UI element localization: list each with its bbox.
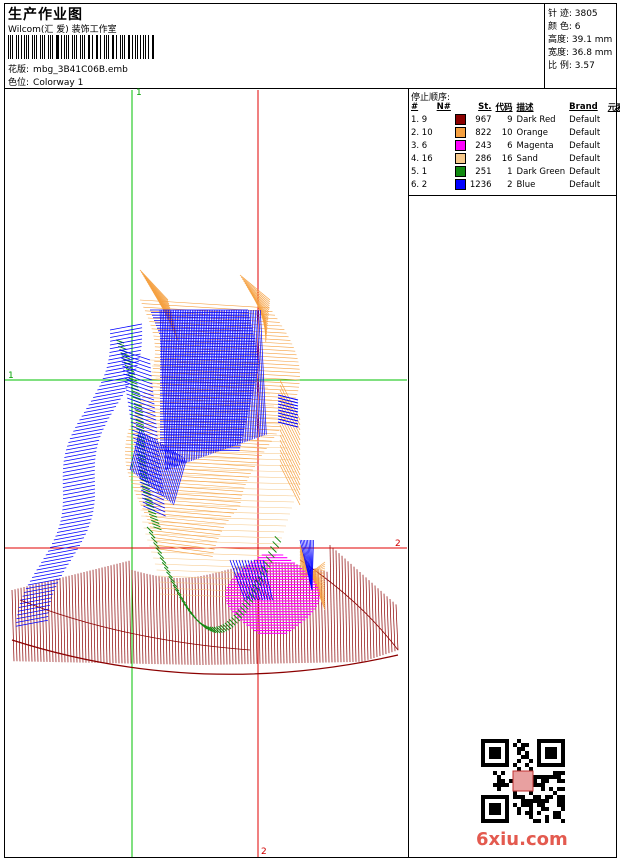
row-swatch xyxy=(453,152,468,165)
col-desc-header: 描述 xyxy=(516,103,534,113)
color-swatch xyxy=(454,153,466,164)
col-brand-header: Brand xyxy=(569,102,598,112)
color-swatch xyxy=(454,127,466,138)
row-index: 1. 9 xyxy=(411,114,428,125)
col-code-header: 代码 xyxy=(495,103,513,113)
color-swatch xyxy=(454,114,466,125)
row-needle xyxy=(435,139,453,152)
colorway-label: 色位: xyxy=(8,78,30,88)
row-index: 3. 6 xyxy=(411,140,428,151)
row-description: Dark Green xyxy=(516,166,566,177)
row-code: 16 xyxy=(501,153,513,164)
row-stitches: 967 xyxy=(475,114,492,125)
design-file: mbg_3B41C06B.emb xyxy=(33,65,128,75)
guide-label-red-bottom: 2 xyxy=(261,847,267,857)
row-swatch xyxy=(453,113,468,126)
col-stitches-header: St. xyxy=(478,102,492,112)
colorway-value: Colorway 1 xyxy=(33,78,84,88)
qr-code xyxy=(481,739,565,823)
row-brand: Default xyxy=(569,127,601,138)
row-element xyxy=(606,178,620,191)
row-index: 2. 10 xyxy=(411,127,433,138)
stat-width: 宽度: 36.8 mm xyxy=(548,48,613,58)
stat-colors: 颜 色: 6 xyxy=(548,22,581,32)
stop-sequence-table: # N# St. 代码 描述 Brand 元素 1. 9 967 9Dark Red… xyxy=(409,101,620,191)
studio-name: Wilcom(汇 爱) 装饰工作室 xyxy=(8,25,117,35)
row-element xyxy=(606,113,620,126)
row-needle xyxy=(435,178,453,191)
row-code: 6 xyxy=(507,140,513,151)
row-needle xyxy=(435,113,453,126)
stat-stitches: 针 迹: 3805 xyxy=(548,9,598,19)
row-index: 4. 16 xyxy=(411,153,433,164)
row-stitches: 1236 xyxy=(469,179,492,190)
row-brand: Default xyxy=(569,179,601,190)
row-brand: Default xyxy=(569,140,601,151)
colorway-line: 色位: Colorway 1 xyxy=(8,75,83,88)
guide-label-red-right: 2 xyxy=(395,539,401,549)
row-needle xyxy=(435,152,453,165)
table-row: 6. 2 1236 2 Blue Default xyxy=(409,178,620,191)
col-swatch-header xyxy=(453,101,468,113)
col-index-header: # xyxy=(411,102,419,112)
row-needle xyxy=(435,165,453,178)
row-element xyxy=(606,139,620,152)
row-brand: Default xyxy=(569,114,601,125)
row-index: 5. 1 xyxy=(411,166,428,177)
row-brand: Default xyxy=(569,153,601,164)
design-label: 花版: xyxy=(8,65,30,75)
row-stitches: 822 xyxy=(475,127,492,138)
row-stitches: 243 xyxy=(475,140,492,151)
row-code: 2 xyxy=(507,179,513,190)
row-description: Blue xyxy=(516,179,536,190)
col-needle-header: N# xyxy=(436,102,451,112)
table-row: 3. 6 243 6 Magenta Default xyxy=(409,139,620,152)
col-element-header: 元素 xyxy=(607,103,620,113)
row-element xyxy=(606,126,620,139)
stat-height: 高度: 39.1 mm xyxy=(548,35,613,45)
row-description: Orange xyxy=(516,127,548,138)
table-row: 4. 16 286 16 Sand Default xyxy=(409,152,620,165)
row-code: 10 xyxy=(501,127,513,138)
row-stitches: 251 xyxy=(475,166,492,177)
color-swatch xyxy=(454,166,466,177)
row-description: Dark Red xyxy=(516,114,556,125)
row-swatch xyxy=(453,165,468,178)
table-header-row: # N# St. 代码 描述 Brand 元素 xyxy=(409,101,620,113)
stat-scale: 比 例: 3.57 xyxy=(548,61,595,71)
table-row: 2. 10 822 10 Orange Default xyxy=(409,126,620,139)
barcode xyxy=(8,35,156,59)
row-swatch xyxy=(453,139,468,152)
row-element xyxy=(606,152,620,165)
design-file-line: 花版: mbg_3B41C06B.emb xyxy=(8,62,128,75)
table-row: 5. 1 251 1 Dark Green Default xyxy=(409,165,620,178)
guide-label-green-top: 1 xyxy=(136,88,142,98)
table-row: 1. 9 967 9 Dark Red Default xyxy=(409,113,620,126)
row-element xyxy=(606,165,620,178)
row-stitches: 286 xyxy=(475,153,492,164)
row-description: Sand xyxy=(516,153,538,164)
row-swatch xyxy=(453,126,468,139)
embroidery-design xyxy=(5,90,407,857)
row-swatch xyxy=(453,178,468,191)
row-description: Magenta xyxy=(516,140,554,151)
color-swatch xyxy=(454,179,466,190)
guide-label-green-left: 1 xyxy=(8,371,14,381)
row-code: 9 xyxy=(507,114,513,125)
row-code: 1 xyxy=(507,166,513,177)
color-swatch xyxy=(454,140,466,151)
row-index: 6. 2 xyxy=(411,179,428,190)
row-brand: Default xyxy=(569,166,601,177)
row-needle xyxy=(435,126,453,139)
watermark-logo: 6xiu.com xyxy=(476,829,568,850)
page-title: 生产作业图 xyxy=(8,7,83,23)
